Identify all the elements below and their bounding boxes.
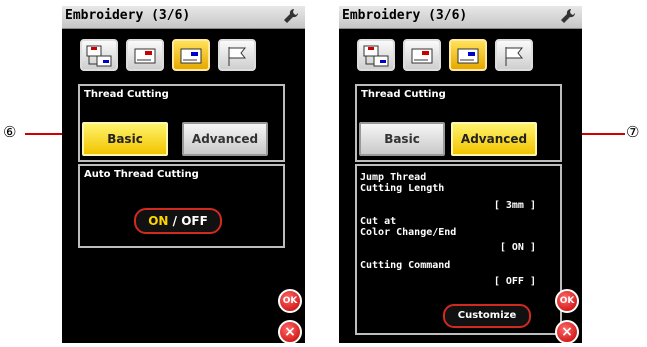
embroidery-tab-2-icon[interactable] bbox=[126, 39, 164, 71]
close-button[interactable]: × bbox=[555, 320, 579, 343]
screen-basic: Embroidery (3/6) Thread Cutting Basic Ad… bbox=[62, 6, 305, 343]
cut-at-color-change-value[interactable]: [ ON ] bbox=[500, 242, 536, 253]
wrench-icon[interactable] bbox=[283, 8, 299, 24]
flag-icon[interactable] bbox=[495, 39, 533, 71]
basic-button[interactable]: Basic bbox=[82, 122, 168, 156]
embroidery-tab-2-icon[interactable] bbox=[403, 39, 441, 71]
screen-advanced: Embroidery (3/6) Thread Cutting Basic Ad… bbox=[339, 6, 582, 343]
toggle-off: OFF bbox=[181, 214, 208, 228]
advanced-button[interactable]: Advanced bbox=[182, 122, 268, 156]
cut-at-color-change-label: Cut at Color Change/End bbox=[360, 216, 456, 238]
basic-button[interactable]: Basic bbox=[359, 122, 445, 156]
embroidery-tab-1-icon[interactable] bbox=[80, 39, 118, 71]
toggle-on: ON bbox=[148, 214, 169, 228]
ok-button[interactable]: OK bbox=[278, 289, 302, 313]
customize-button[interactable]: Customize bbox=[443, 304, 531, 328]
jump-thread-value[interactable]: [ 3mm ] bbox=[494, 200, 536, 211]
ok-button[interactable]: OK bbox=[555, 289, 579, 313]
close-button[interactable]: × bbox=[278, 320, 302, 343]
setting-label-line: Cutting Command bbox=[360, 260, 451, 271]
section-title: Thread Cutting bbox=[361, 89, 446, 100]
wrench-icon[interactable] bbox=[560, 8, 576, 24]
section-title: Thread Cutting bbox=[84, 89, 169, 100]
on-off-toggle[interactable]: ON / OFF bbox=[134, 208, 222, 234]
advanced-button[interactable]: Advanced bbox=[451, 122, 537, 156]
cutting-command-value[interactable]: [ OFF ] bbox=[494, 276, 536, 287]
setting-label-line: Jump Thread bbox=[360, 172, 427, 183]
flag-icon[interactable] bbox=[218, 39, 256, 71]
callout-7: ⑦ bbox=[626, 123, 640, 141]
embroidery-tab-3-icon[interactable] bbox=[449, 39, 487, 71]
setting-label-line: Cutting Length bbox=[360, 183, 445, 194]
title-bar: Embroidery (3/6) bbox=[62, 6, 305, 29]
auto-thread-cutting-section: Auto Thread Cutting bbox=[78, 164, 285, 248]
screen-title: Embroidery (3/6) bbox=[342, 8, 468, 23]
cutting-command-label: Cutting Command bbox=[360, 260, 450, 271]
callout-6: ⑥ bbox=[3, 123, 17, 141]
screen-title: Embroidery (3/6) bbox=[65, 8, 191, 23]
setting-label-line: Color Change/End bbox=[360, 227, 457, 238]
embroidery-tab-1-icon[interactable] bbox=[357, 39, 395, 71]
jump-thread-label: Jump Thread Cutting Length bbox=[360, 172, 444, 194]
auto-thread-cutting-title: Auto Thread Cutting bbox=[84, 169, 199, 180]
embroidery-tab-3-icon[interactable] bbox=[172, 39, 210, 71]
setting-label-line: Cut at bbox=[360, 216, 397, 227]
title-bar: Embroidery (3/6) bbox=[339, 6, 582, 29]
toggle-separator: / bbox=[168, 214, 182, 228]
